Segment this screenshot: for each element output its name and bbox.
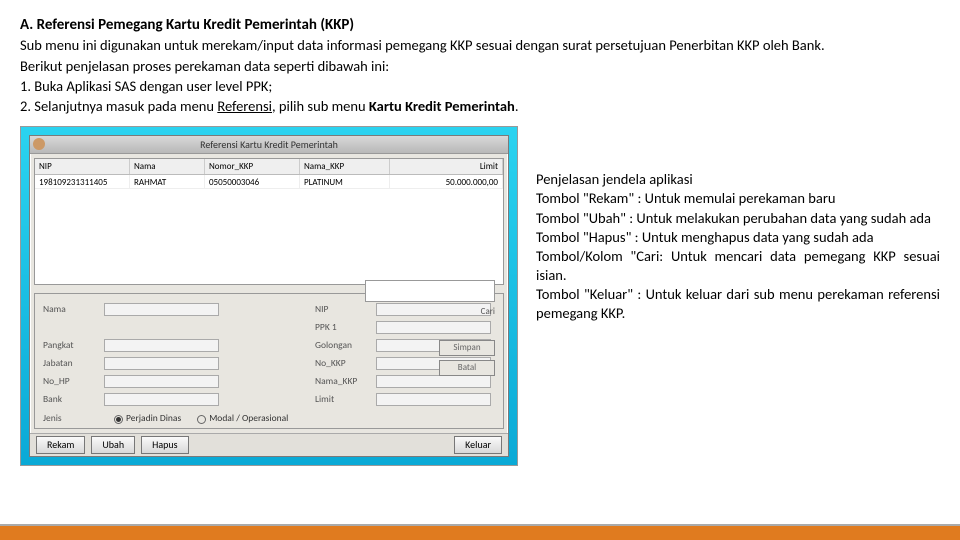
intro-text-1: Sub menu ini digunakan untuk merekam/inp… — [20, 36, 940, 56]
label-ppk: PPK 1 — [315, 321, 370, 333]
cell-nip: 198109231311405 — [35, 175, 130, 189]
radio-perjadin[interactable]: Perjadin Dinas — [114, 412, 181, 424]
label-no-hp: No_HP — [43, 375, 98, 387]
explanation-panel: Penjelasan jendela aplikasi Tombol "Reka… — [536, 126, 940, 466]
label-nama: Nama — [43, 303, 98, 315]
col-nomor-kkp: Nomor_KKP — [205, 159, 300, 174]
label-pangkat: Pangkat — [43, 339, 98, 351]
step2-part-a: 2. Selanjutnya masuk pada menu — [20, 97, 217, 115]
exp-keluar: Tombol "Keluar" : Untuk keluar dari sub … — [536, 285, 940, 323]
screenshot-container: Referensi Kartu Kredit Pemerintah NIP Na… — [20, 126, 518, 466]
input-jabatan[interactable] — [104, 357, 219, 370]
label-bank: Bank — [43, 393, 98, 405]
section-heading: A. Referensi Pemegang Kartu Kredit Pemer… — [20, 16, 940, 34]
input-ppk[interactable] — [376, 321, 491, 334]
radio-icon — [114, 415, 123, 424]
intro-text-2: Berikut penjelasan proses perekaman data… — [20, 57, 940, 77]
step2-menu-ref: Referensi — [217, 97, 272, 115]
table-header: NIP Nama Nomor_KKP Nama_KKP Limit — [35, 159, 503, 175]
data-table: NIP Nama Nomor_KKP Nama_KKP Limit 198109… — [34, 158, 504, 285]
form-panel: Cari Nama NIP PPK 1 Pangkat Golongan Jabat… — [34, 293, 504, 429]
step2-part-d: . — [515, 97, 519, 115]
label-golongan: Golongan — [315, 339, 370, 351]
rekam-button[interactable]: Rekam — [36, 436, 85, 454]
step2-submenu: Kartu Kredit Pemerintah — [369, 97, 515, 115]
step2-part-b: , pilih sub menu — [272, 97, 369, 115]
input-nip[interactable] — [376, 303, 491, 316]
label-jenis: Jenis — [43, 412, 98, 424]
cell-limit: 50.000.000,00 — [390, 175, 503, 189]
step-1: 1. Buka Aplikasi SAS dengan user level P… — [20, 77, 940, 97]
label-no-kkp: No_KKP — [315, 357, 370, 369]
input-nama[interactable] — [104, 303, 219, 316]
step-2: 2. Selanjutnya masuk pada menu Referensi… — [20, 97, 940, 117]
radio-modal-label: Modal / Operasional — [209, 412, 288, 424]
footer-bar — [0, 526, 960, 540]
input-nama-kkp[interactable] — [376, 375, 491, 388]
exp-ubah: Tombol "Ubah" : Untuk melakukan perubaha… — [536, 209, 940, 228]
exp-rekam: Tombol "Rekam" : Untuk memulai perekaman… — [536, 189, 940, 208]
input-limit[interactable] — [376, 393, 491, 406]
keluar-button[interactable]: Keluar — [454, 436, 502, 454]
radio-icon — [197, 415, 206, 424]
input-bank[interactable] — [104, 393, 219, 406]
radio-perjadin-label: Perjadin Dinas — [126, 412, 181, 424]
cell-nama: RAHMAT — [130, 175, 205, 189]
col-nama-kkp: Nama_KKP — [300, 159, 390, 174]
search-input[interactable] — [365, 280, 495, 302]
label-nip: NIP — [315, 303, 370, 315]
label-limit: Limit — [315, 393, 370, 405]
exp-heading: Penjelasan jendela aplikasi — [536, 170, 940, 189]
cell-nomor-kkp: 05050003046 — [205, 175, 300, 189]
col-limit: Limit — [390, 159, 503, 174]
window-titlebar: Referensi Kartu Kredit Pemerintah — [30, 136, 508, 154]
ubah-button[interactable]: Ubah — [91, 436, 135, 454]
window-title-text: Referensi Kartu Kredit Pemerintah — [200, 138, 338, 151]
batal-button[interactable]: Batal — [439, 360, 495, 376]
radio-modal[interactable]: Modal / Operasional — [197, 412, 288, 424]
input-pangkat[interactable] — [104, 339, 219, 352]
hapus-button[interactable]: Hapus — [141, 436, 188, 454]
bottom-toolbar: Rekam Ubah Hapus Keluar — [30, 433, 508, 456]
label-jabatan: Jabatan — [43, 357, 98, 369]
cell-nama-kkp: PLATINUM — [300, 175, 390, 189]
jenis-row: Jenis Perjadin Dinas Modal / Operasional — [43, 412, 495, 424]
exp-hapus: Tombol "Hapus" : Untuk menghapus data ya… — [536, 228, 940, 247]
app-icon — [33, 138, 45, 150]
col-nama: Nama — [130, 159, 205, 174]
input-no-hp[interactable] — [104, 375, 219, 388]
app-window: Referensi Kartu Kredit Pemerintah NIP Na… — [29, 135, 509, 457]
exp-cari: Tombol/Kolom "Cari: Untuk mencari data p… — [536, 247, 940, 285]
table-row[interactable]: 198109231311405 RAHMAT 05050003046 PLATI… — [35, 175, 503, 189]
col-nip: NIP — [35, 159, 130, 174]
simpan-button[interactable]: Simpan — [439, 340, 495, 356]
search-label: Cari — [481, 306, 495, 317]
label-nama-kkp: Nama_KKP — [315, 375, 370, 387]
